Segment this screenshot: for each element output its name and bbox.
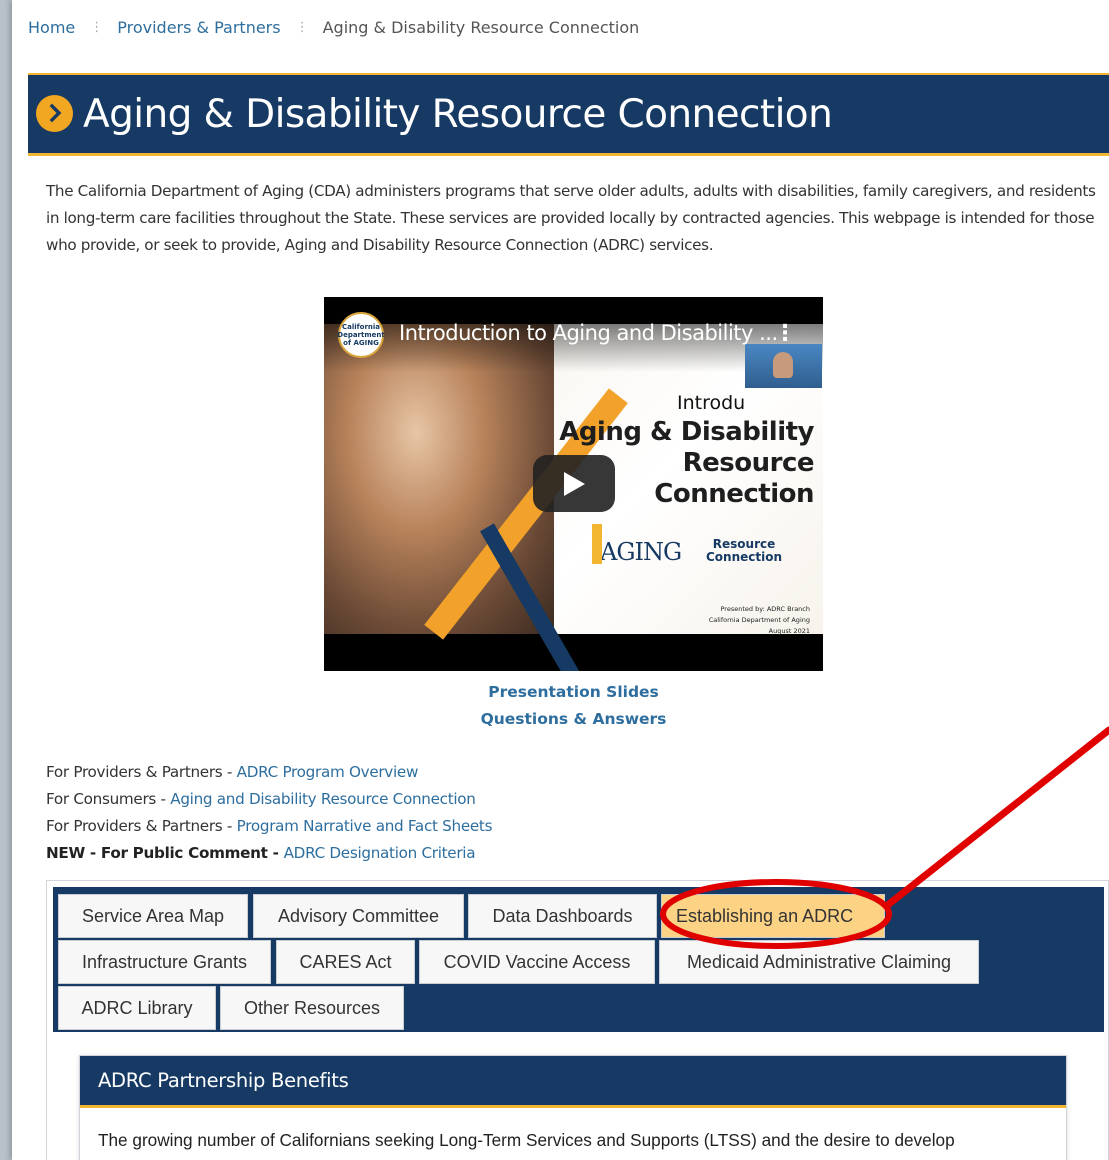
logo-text: Connection	[706, 550, 783, 564]
breadcrumb-separator: ⋮	[90, 19, 103, 35]
presented-by-text: Presented by: ADRC Branch California Dep…	[664, 604, 810, 637]
link-prefix-bold: NEW - For Public Comment -	[46, 844, 284, 862]
intro-paragraph: The California Department of Aging (CDA)…	[46, 182, 1096, 254]
breadcrumb-home-link[interactable]: Home	[28, 18, 75, 37]
card-title: ADRC Partnership Benefits	[80, 1056, 1066, 1108]
list-item: For Consumers - Aging and Disability Res…	[46, 786, 492, 813]
list-item: NEW - For Public Comment - ADRC Designat…	[46, 840, 492, 867]
video-links: Presentation Slides Questions & Answers	[324, 679, 823, 733]
tab-infrastructure-grants[interactable]: Infrastructure Grants	[58, 940, 271, 984]
video-player[interactable]: Introdu Aging & Disability Resource Conn…	[324, 297, 823, 671]
chevron-right-circle-icon	[36, 94, 73, 132]
designation-criteria-link[interactable]: ADRC Designation Criteria	[284, 844, 476, 862]
program-narrative-link[interactable]: Program Narrative and Fact Sheets	[237, 817, 493, 835]
link-prefix: For Consumers -	[46, 790, 171, 808]
presented-line: Presented by: ADRC Branch	[720, 605, 810, 613]
tabs-panel: Service Area Map Advisory Committee Data…	[46, 880, 1109, 1160]
tab-cares-act[interactable]: CARES Act	[276, 940, 415, 984]
page-header: Aging & Disability Resource Connection	[28, 73, 1109, 156]
more-options-icon[interactable]: ⋮	[774, 321, 796, 346]
adrc-program-overview-link[interactable]: ADRC Program Overview	[237, 763, 419, 781]
play-icon	[564, 471, 585, 496]
partnership-benefits-card: ADRC Partnership Benefits The growing nu…	[79, 1055, 1067, 1160]
tab-adrc-library[interactable]: ADRC Library	[58, 986, 216, 1030]
slide-title-line: Aging & Disability	[559, 417, 814, 447]
card-body: The growing number of Californians seeki…	[98, 1130, 955, 1150]
breadcrumb-separator: ⋮	[295, 19, 309, 35]
presenter-webcam	[745, 344, 822, 388]
link-prefix: For Providers & Partners -	[46, 763, 237, 781]
tab-bar: Service Area Map Advisory Committee Data…	[53, 887, 1104, 1032]
tab-advisory-committee[interactable]: Advisory Committee	[253, 894, 464, 938]
consumers-adrc-link[interactable]: Aging and Disability Resource Connection	[170, 790, 476, 808]
slide-intro-text: Introdu	[677, 392, 746, 414]
breadcrumb: Home ⋮ Providers & Partners ⋮ Aging & Di…	[28, 16, 639, 38]
tab-covid-vaccine-access[interactable]: COVID Vaccine Access	[419, 940, 655, 984]
breadcrumb-current: Aging & Disability Resource Connection	[322, 17, 640, 37]
page-title: Aging & Disability Resource Connection	[83, 91, 833, 137]
link-prefix: For Providers & Partners -	[46, 817, 237, 835]
video-title[interactable]: Introduction to Aging and Disability ...	[399, 321, 778, 345]
cda-aging-logo: AGING	[591, 524, 682, 566]
resource-links-list: For Providers & Partners - ADRC Program …	[46, 759, 493, 867]
resource-connection-logo: Resource Connection	[706, 538, 782, 564]
list-item: For Providers & Partners - ADRC Program …	[46, 759, 492, 786]
tab-establishing-an-adrc[interactable]: Establishing an ADRC	[661, 894, 885, 938]
page: Home ⋮ Providers & Partners ⋮ Aging & Di…	[12, 0, 1109, 1160]
presentation-slides-link[interactable]: Presentation Slides	[324, 679, 823, 706]
questions-answers-link[interactable]: Questions & Answers	[324, 706, 823, 733]
tab-service-area-map[interactable]: Service Area Map	[58, 894, 248, 938]
list-item: For Providers & Partners - Program Narra…	[46, 813, 493, 840]
breadcrumb-providers-link[interactable]: Providers & Partners	[117, 18, 280, 37]
tab-data-dashboards[interactable]: Data Dashboards	[468, 894, 657, 938]
tab-other-resources[interactable]: Other Resources	[220, 986, 404, 1030]
channel-logo[interactable]: California Department of AGING	[337, 312, 385, 358]
presented-line: California Department of Aging	[708, 616, 810, 624]
play-button[interactable]	[533, 455, 615, 512]
tab-medicaid-administrative-claiming[interactable]: Medicaid Administrative Claiming	[659, 940, 979, 984]
presented-line: August 2021	[768, 627, 810, 635]
